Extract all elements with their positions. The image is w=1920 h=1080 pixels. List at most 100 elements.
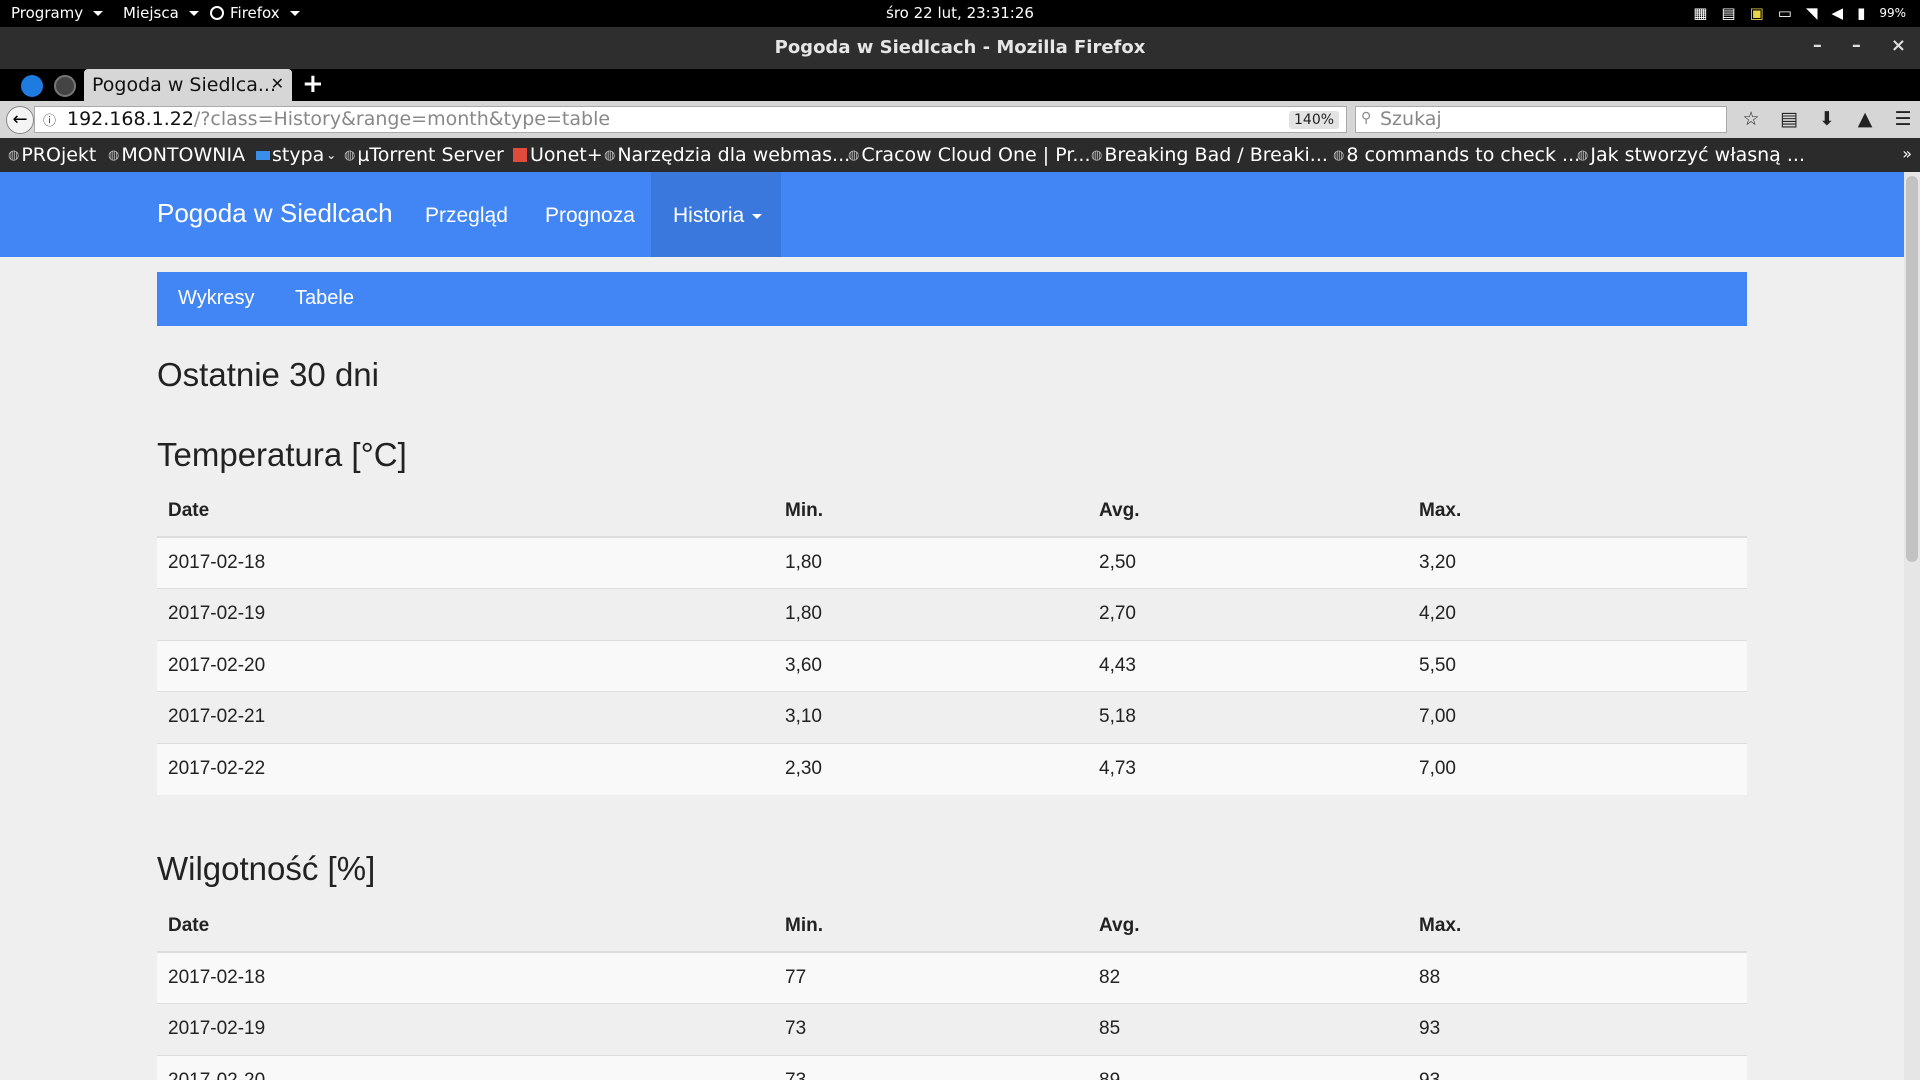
bookmark-item[interactable]: ◍ Cracow Cloud One | Pr... xyxy=(848,144,1091,166)
column-header-date: Date xyxy=(157,900,774,953)
bookmark-item[interactable]: ◍ MONTOWNIA xyxy=(108,144,245,166)
bookmark-label: stypa xyxy=(272,144,325,166)
volume-icon[interactable]: ◀ xyxy=(1832,4,1844,22)
tab-pogoda[interactable]: Pogoda w Siedlca... ✕ xyxy=(84,69,292,101)
display-icon[interactable]: ▭ xyxy=(1778,4,1792,22)
cell-min: 3,10 xyxy=(774,691,1088,743)
humidity-heading: Wilgotność [%] xyxy=(157,850,376,887)
minimize-window-button[interactable]: – xyxy=(1813,35,1822,56)
cell-max: 7,00 xyxy=(1408,691,1747,743)
bookmark-item[interactable]: ◍ Breaking Bad / Breaki... xyxy=(1091,144,1328,166)
bookmark-item[interactable]: stypa ⌄ xyxy=(256,144,336,166)
new-tab-button[interactable]: + xyxy=(302,69,324,99)
hamburger-menu-icon[interactable]: ☰ xyxy=(1892,108,1914,130)
subnav-tabele[interactable]: Tabele xyxy=(295,287,354,310)
system-clock[interactable]: śro 22 lut, 23:31:26 xyxy=(0,4,1920,22)
globe-icon: ◍ xyxy=(8,147,20,163)
system-tray[interactable]: ▦ ▤ ▣ ▭ ◥ ◀ ▮ 99% xyxy=(1693,4,1906,22)
back-arrow-icon: ← xyxy=(12,109,28,130)
cpu-monitor-icon[interactable]: ▦ xyxy=(1693,4,1707,22)
cell-date: 2017-02-18 xyxy=(157,536,774,589)
table-row: 2017-02-21 3,10 5,18 7,00 xyxy=(157,691,1747,743)
pinned-tab-messenger-icon[interactable] xyxy=(21,75,43,97)
nav-przeglad[interactable]: Przegląd xyxy=(425,204,508,228)
globe-icon: ◍ xyxy=(344,147,356,163)
table-row: 2017-02-19 1,80 2,70 4,20 xyxy=(157,588,1747,640)
cell-min: 73 xyxy=(774,1003,1088,1055)
close-tab-icon[interactable]: ✕ xyxy=(271,74,284,93)
more-bookmarks-icon[interactable]: » xyxy=(1902,144,1912,163)
search-input[interactable]: ⚲ Szukaj xyxy=(1355,106,1727,133)
table-row: 2017-02-20 3,60 4,43 5,50 xyxy=(157,639,1747,692)
scrollbar-thumb[interactable] xyxy=(1906,176,1918,562)
search-placeholder: Szukaj xyxy=(1380,108,1442,130)
bookmark-label: PROjekt xyxy=(21,144,97,166)
zoom-indicator[interactable]: 140% xyxy=(1289,111,1340,129)
nav-historia-label: Historia xyxy=(673,204,745,227)
column-header-avg: Avg. xyxy=(1088,900,1408,953)
bookmark-label: Breaking Bad / Breaki... xyxy=(1104,144,1328,166)
bookmark-item[interactable]: ◍ µTorrent Server xyxy=(344,144,504,166)
temperature-table: Date Min. Avg. Max. 2017-02-18 1,80 2,50… xyxy=(157,485,1747,795)
cell-min: 1,80 xyxy=(774,588,1088,640)
cell-date: 2017-02-19 xyxy=(157,1003,774,1055)
cell-avg: 2,50 xyxy=(1088,536,1408,589)
subnav-wykresy[interactable]: Wykresy xyxy=(178,287,254,310)
back-button[interactable]: ← xyxy=(6,106,34,134)
battery-icon[interactable]: ▮ xyxy=(1857,4,1865,22)
humidity-table: Date Min. Avg. Max. 2017-02-18 77 82 88 … xyxy=(157,900,1747,1080)
bookmark-item[interactable]: ◍ PROjekt xyxy=(8,144,96,166)
table-row: 2017-02-20 73 89 93 xyxy=(157,1054,1747,1080)
cell-date: 2017-02-21 xyxy=(157,691,774,743)
globe-icon: ◍ xyxy=(604,147,616,163)
cell-avg: 2,70 xyxy=(1088,588,1408,640)
bookmark-item[interactable]: ◍ Narzędzia dla webmas... xyxy=(604,144,850,166)
page-title: Ostatnie 30 dni xyxy=(157,356,379,393)
globe-icon: ◍ xyxy=(1091,147,1103,163)
cell-min: 73 xyxy=(774,1054,1088,1080)
cell-max: 5,50 xyxy=(1408,639,1747,692)
url-bar[interactable]: ⓘ 192.168.1.22/?class=History&range=mont… xyxy=(34,106,1369,133)
site-info-icon[interactable]: ⓘ xyxy=(43,110,56,129)
nav-historia-dropdown[interactable]: Historia xyxy=(651,172,781,257)
bookmark-label: Narzędzia dla webmas... xyxy=(617,144,851,166)
globe-icon: ◍ xyxy=(1333,147,1345,163)
notifications-icon[interactable]: ▲ xyxy=(1854,108,1876,130)
navigation-toolbar: ← ⓘ 192.168.1.22/?class=History&range=mo… xyxy=(0,101,1920,138)
table-header-row: Date Min. Avg. Max. xyxy=(157,900,1747,953)
cell-avg: 89 xyxy=(1088,1054,1408,1080)
window-title-bar: Pogoda w Siedlcach - Mozilla Firefox – –… xyxy=(0,27,1920,69)
url-path: /?class=History&range=month&type=table xyxy=(193,108,611,130)
column-header-max: Max. xyxy=(1408,485,1747,538)
app-navbar: Pogoda w Siedlcach Przegląd Prognoza His… xyxy=(0,172,1904,257)
pinned-tab-icon[interactable] xyxy=(54,75,76,97)
bookmark-label: MONTOWNIA xyxy=(121,144,246,166)
close-window-button[interactable]: × xyxy=(1891,35,1906,56)
bookmark-star-icon[interactable]: ☆ xyxy=(1740,108,1762,130)
uonet-icon xyxy=(513,148,527,162)
page-scrollbar[interactable] xyxy=(1904,172,1920,1080)
cell-max: 7,00 xyxy=(1408,742,1747,795)
cell-min: 77 xyxy=(774,951,1088,1004)
nav-prognoza[interactable]: Prognoza xyxy=(545,204,635,228)
cell-max: 88 xyxy=(1408,951,1747,1004)
bookmark-item[interactable]: Uonet+ xyxy=(513,144,603,166)
cell-avg: 5,18 xyxy=(1088,691,1408,743)
maximize-window-button[interactable]: – xyxy=(1852,35,1861,56)
globe-icon: ◍ xyxy=(108,147,120,163)
downloads-icon[interactable]: ⬇ xyxy=(1816,108,1838,130)
bookmark-item[interactable]: ◍ 8 commands to check ... xyxy=(1333,144,1580,166)
indicator-icon[interactable]: ▣ xyxy=(1750,4,1764,22)
clipboard-icon[interactable]: ▤ xyxy=(1721,4,1735,22)
wifi-icon[interactable]: ◥ xyxy=(1806,4,1818,22)
bookmark-label: Jak stworzyć własną ... xyxy=(1590,144,1805,166)
url-host: 192.168.1.22 xyxy=(67,108,194,130)
cell-date: 2017-02-22 xyxy=(157,742,774,795)
cell-date: 2017-02-20 xyxy=(157,1054,774,1080)
brand-link[interactable]: Pogoda w Siedlcach xyxy=(157,198,393,229)
bookmark-item[interactable]: ◍ Jak stworzyć własną ... xyxy=(1577,144,1805,166)
reading-list-icon[interactable]: ▤ xyxy=(1778,108,1800,130)
cell-max: 93 xyxy=(1408,1054,1747,1080)
temperature-heading: Temperatura [°C] xyxy=(157,436,407,473)
column-header-avg: Avg. xyxy=(1088,485,1408,538)
